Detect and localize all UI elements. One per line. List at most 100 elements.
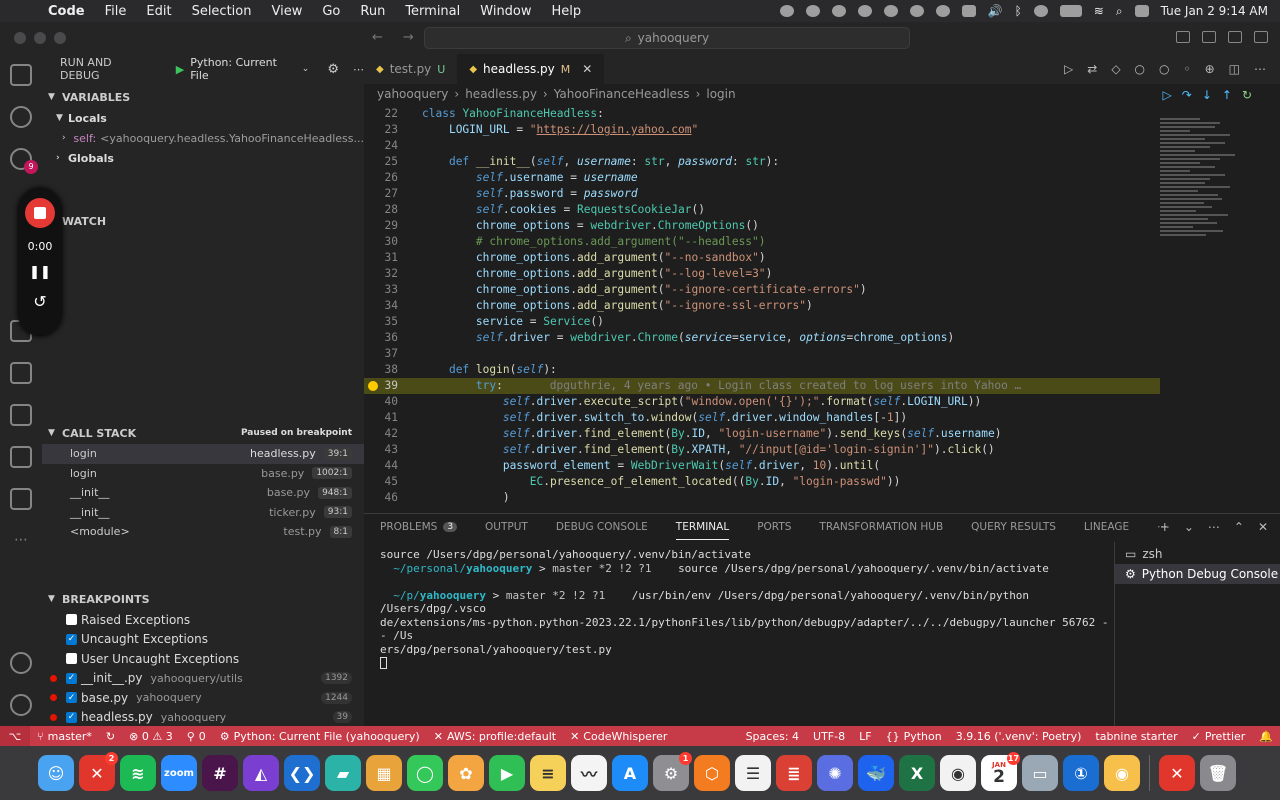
- breakpoint-item[interactable]: User Uncaught Exceptions: [42, 649, 364, 669]
- compare-icon[interactable]: ⇄: [1087, 62, 1097, 76]
- breadcrumb-item[interactable]: headless.py: [465, 87, 537, 101]
- menu-edit[interactable]: Edit: [136, 4, 181, 19]
- circle-icon[interactable]: ○: [1159, 62, 1169, 76]
- line-number[interactable]: 28: [364, 202, 398, 218]
- control-center-icon[interactable]: [1134, 5, 1149, 17]
- finder-icon[interactable]: ☺: [38, 755, 74, 791]
- bluetooth-icon[interactable]: ᛒ: [1015, 4, 1022, 18]
- line-number[interactable]: 30: [364, 234, 398, 250]
- code-line[interactable]: 26 self.username = username: [364, 170, 1164, 186]
- line-number[interactable]: 22: [364, 106, 398, 122]
- code-editor[interactable]: 22 class YahooFinanceHeadless: 23 LOGIN_UR…: [364, 106, 1164, 513]
- chevron-down-icon[interactable]: ⌄: [1184, 520, 1194, 534]
- customize-layout-icon[interactable]: [1254, 31, 1268, 43]
- excel-icon[interactable]: X: [899, 755, 935, 791]
- line-number[interactable]: 42: [364, 426, 398, 442]
- run-file-icon[interactable]: ▷: [1064, 62, 1073, 76]
- code-line[interactable]: 46 ): [364, 490, 1164, 506]
- panel-tab[interactable]: QUERY RESULTS: [971, 514, 1056, 540]
- messages-icon[interactable]: ◯: [407, 755, 443, 791]
- more-actions-icon[interactable]: ⋯: [353, 63, 364, 76]
- code-line[interactable]: 38 def login(self):: [364, 362, 1164, 378]
- code-line[interactable]: 28 self.cookies = RequestsCookieJar(): [364, 202, 1164, 218]
- line-number[interactable]: 23: [364, 122, 398, 138]
- status-app-icon[interactable]: [909, 5, 924, 17]
- code-line[interactable]: 25 def __init__(self, username: str, pas…: [364, 154, 1164, 170]
- launchpad-icon[interactable]: ▦: [366, 755, 402, 791]
- menu-file[interactable]: File: [95, 4, 137, 19]
- breadcrumb-item[interactable]: yahooquery: [377, 87, 448, 101]
- line-number[interactable]: 40: [364, 394, 398, 410]
- line-number[interactable]: 24: [364, 138, 398, 154]
- breakpoint-checkbox[interactable]: [66, 614, 77, 626]
- facetime-icon[interactable]: ▶: [489, 755, 525, 791]
- breakpoint-checkbox[interactable]: [66, 653, 77, 665]
- battery-icon[interactable]: [1059, 5, 1082, 17]
- back-arrow-icon[interactable]: ←: [372, 30, 383, 45]
- chrome-icon[interactable]: ◉: [940, 755, 976, 791]
- docker-icon[interactable]: 🐳: [858, 755, 894, 791]
- problems-indicator[interactable]: ⊗ 0 ⚠ 3: [122, 730, 180, 743]
- line-number[interactable]: 46: [364, 490, 398, 506]
- restart-icon[interactable]: ↺: [33, 292, 46, 311]
- app-store-icon[interactable]: A: [612, 755, 648, 791]
- code-line[interactable]: 32 chrome_options.add_argument("--log-le…: [364, 266, 1164, 282]
- menu-help[interactable]: Help: [542, 4, 592, 19]
- line-number[interactable]: 37: [364, 346, 398, 362]
- line-number[interactable]: 45: [364, 474, 398, 490]
- trash-icon[interactable]: 🗑: [1200, 755, 1236, 791]
- variable-self[interactable]: › self: <yahooquery.headless.YahooFinanc…: [42, 128, 364, 148]
- breakpoint-item[interactable]: ✓ __init__.py yahooquery/utils 1392: [42, 669, 364, 689]
- locals-scope[interactable]: ▼ Locals: [42, 108, 364, 128]
- watch-section-header[interactable]: › WATCH: [42, 210, 364, 232]
- todoist-icon[interactable]: ≣: [776, 755, 812, 791]
- more-views-icon[interactable]: ⋯: [14, 532, 28, 548]
- more-actions-icon[interactable]: ⋯: [1254, 62, 1266, 76]
- notifications-bell-icon[interactable]: 🔔: [1252, 730, 1280, 743]
- toggle-panel-icon[interactable]: [1202, 31, 1216, 43]
- open-changes-icon[interactable]: ⊕: [1205, 62, 1215, 76]
- continue-icon[interactable]: ▷: [1163, 88, 1172, 102]
- status-app-icon[interactable]: [779, 5, 794, 17]
- line-number[interactable]: 32: [364, 266, 398, 282]
- line-number[interactable]: 27: [364, 186, 398, 202]
- start-debugging-icon[interactable]: ▶: [176, 63, 184, 76]
- panel-tab[interactable]: PROBLEMS 3: [380, 514, 458, 540]
- call-stack-frame[interactable]: __init__ base.py 948:1: [42, 483, 364, 503]
- code-line[interactable]: 30 # chrome_options.add_argument("--head…: [364, 234, 1164, 250]
- vscode-icon[interactable]: ❮❯: [284, 755, 320, 791]
- codewhisperer-status[interactable]: ✕ CodeWhisperer: [563, 730, 674, 743]
- restart-debug-icon[interactable]: ↻: [1242, 88, 1252, 102]
- tabnine-status[interactable]: tabnine starter: [1088, 730, 1184, 743]
- python-interpreter[interactable]: 3.9.16 ('.venv': Poetry): [949, 730, 1089, 743]
- accounts-icon[interactable]: [10, 652, 32, 674]
- code-line[interactable]: 39 try: dpguthrie, 4 years ago • Login c…: [364, 378, 1160, 394]
- call-stack-frame[interactable]: <module> test.py 8:1: [42, 522, 364, 542]
- calendar-icon[interactable]: JAN 2 17: [981, 752, 1020, 791]
- breakpoint-item[interactable]: ✓ base.py yahooquery 1244: [42, 688, 364, 708]
- status-app-icon[interactable]: [831, 5, 846, 17]
- terminal-instance[interactable]: ▭ zsh: [1115, 544, 1280, 564]
- close-panel-icon[interactable]: ✕: [1258, 520, 1268, 534]
- notes-icon[interactable]: ≡: [530, 755, 566, 791]
- code-line[interactable]: 43 self.driver.find_element(By.XPATH, "/…: [364, 442, 1164, 458]
- breadcrumb-item[interactable]: login: [706, 87, 735, 101]
- slack-icon[interactable]: #: [202, 755, 238, 791]
- breakpoint-item[interactable]: ✓ headless.py yahooquery 39: [42, 708, 364, 728]
- gear-icon[interactable]: ⚙: [327, 62, 339, 77]
- cursor-app-icon[interactable]: ▰: [325, 755, 361, 791]
- step-into-icon[interactable]: ↓: [1202, 88, 1212, 102]
- step-out-icon[interactable]: ↑: [1222, 88, 1232, 102]
- indentation-status[interactable]: Spaces: 4: [739, 730, 806, 743]
- chrome-canary-icon[interactable]: ◉: [1104, 755, 1140, 791]
- git-icon[interactable]: ◇: [1111, 62, 1120, 76]
- freeform-icon[interactable]: 〰: [571, 755, 607, 791]
- spotlight-search-icon[interactable]: ⌕: [1116, 4, 1123, 19]
- extensions-icon[interactable]: [10, 488, 32, 510]
- editor-tab[interactable]: ◆ headless.py M ✕: [457, 54, 605, 84]
- breakpoint-item[interactable]: ✓ Uncaught Exceptions: [42, 630, 364, 650]
- step-over-icon[interactable]: ↷: [1182, 88, 1192, 102]
- globals-scope[interactable]: › Globals: [42, 148, 364, 168]
- photos-icon[interactable]: ✿: [448, 755, 484, 791]
- code-line[interactable]: 40 self.driver.execute_script("window.op…: [364, 394, 1164, 410]
